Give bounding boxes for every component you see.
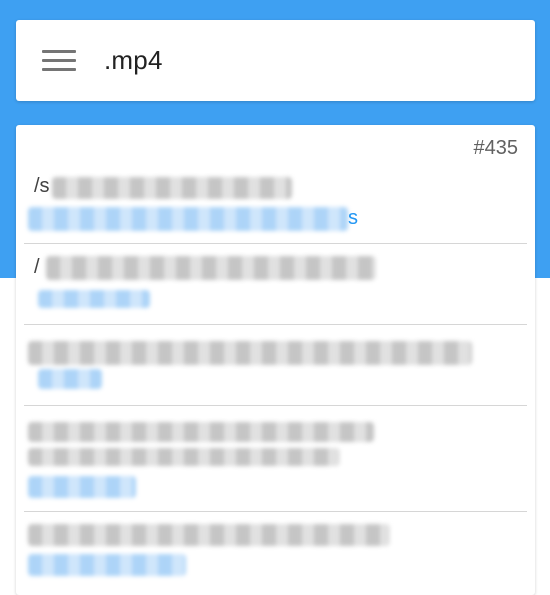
redacted-path — [28, 422, 374, 442]
result-row[interactable]: /s s — [24, 165, 527, 244]
result-row[interactable] — [24, 406, 527, 512]
menu-icon-bar — [42, 50, 76, 53]
results-card: #435 /s s / — [16, 125, 535, 595]
result-count-badge: #435 — [473, 137, 519, 159]
redacted-path — [52, 177, 292, 199]
result-path: / — [34, 256, 40, 278]
redacted-link[interactable] — [28, 476, 136, 498]
redacted-link[interactable] — [38, 290, 150, 308]
result-path: /s — [34, 175, 50, 197]
redacted-path — [28, 524, 390, 546]
redacted-link[interactable] — [38, 369, 102, 389]
menu-icon-bar — [42, 59, 76, 62]
search-bar[interactable]: .mp4 — [16, 20, 535, 101]
redacted-path — [28, 448, 340, 466]
result-link-tail[interactable]: s — [348, 207, 358, 230]
result-row[interactable] — [24, 512, 527, 595]
redacted-link[interactable] — [28, 207, 348, 231]
result-row[interactable] — [24, 325, 527, 406]
result-row[interactable]: / — [24, 244, 527, 325]
redacted-path — [28, 341, 472, 365]
menu-icon-bar — [42, 68, 76, 71]
redacted-path — [46, 256, 376, 280]
search-query[interactable]: .mp4 — [104, 45, 163, 76]
redacted-link[interactable] — [28, 554, 186, 576]
menu-icon[interactable] — [42, 43, 78, 79]
